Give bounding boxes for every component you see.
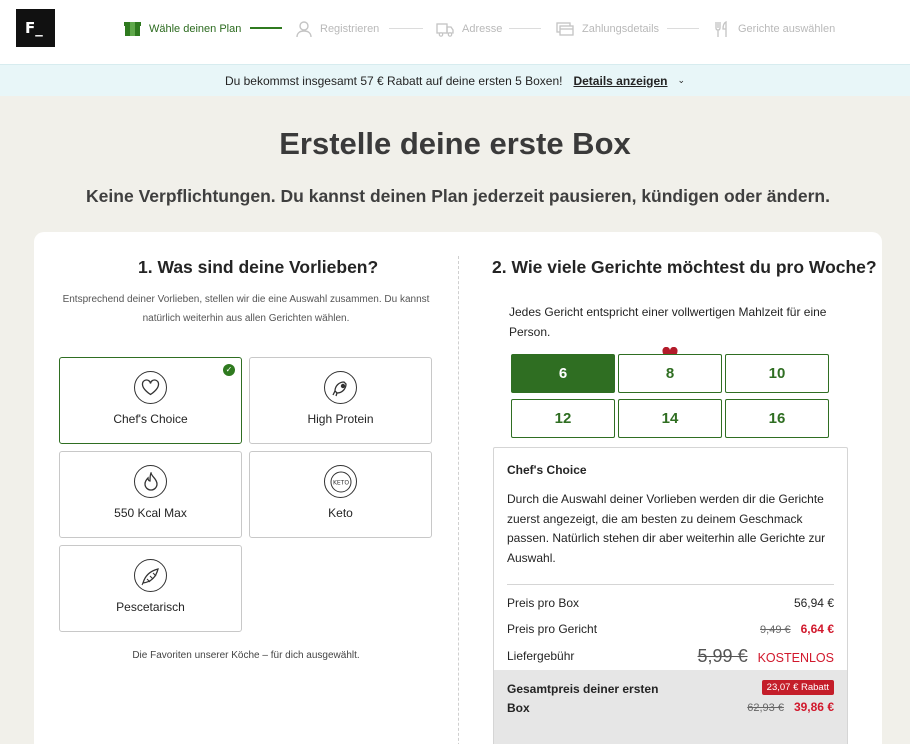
total-old: 62,93 € xyxy=(747,702,784,714)
shipping-free: KOSTENLOS xyxy=(757,651,834,665)
step-label: Wähle deinen Plan xyxy=(149,23,242,35)
preferences-footer: Die Favoriten unserer Köche – für dich a… xyxy=(132,650,360,661)
meals-info: Jedes Gericht entspricht einer vollwerti… xyxy=(509,305,827,339)
total-label: Gesamtpreis deiner ersten Box xyxy=(507,682,659,715)
preference-chefs-choice[interactable]: ✓ Chef's Choice xyxy=(59,357,242,444)
shipping-row: Liefergebühr 5,99 € KOSTENLOS xyxy=(507,646,834,666)
step-label: Adresse xyxy=(462,23,503,35)
step-choose-plan: Wähle deinen Plan xyxy=(124,19,241,39)
preference-high-protein[interactable]: High Protein xyxy=(249,357,432,444)
step-connector xyxy=(509,28,541,29)
column-divider xyxy=(458,256,459,744)
meal-count-option[interactable]: 14 xyxy=(618,399,722,438)
step-register: Registrieren xyxy=(296,19,379,39)
step-select-meals: Gerichte auswählen xyxy=(714,19,835,39)
preference-label: 550 Kcal Max xyxy=(114,506,187,520)
details-link[interactable]: Details anzeigen xyxy=(573,74,667,88)
preferences-heading: 1. Was sind deine Vorlieben? xyxy=(138,257,379,277)
shipping-values: 5,99 € KOSTENLOS xyxy=(698,646,834,667)
step-label: Registrieren xyxy=(320,23,380,35)
meal-count-option[interactable]: 8 xyxy=(618,354,722,393)
logo[interactable]: F_ xyxy=(16,9,55,47)
user-icon xyxy=(296,20,312,37)
promo-message: Du bekommst insgesamt 57 € Rabatt auf de… xyxy=(224,73,563,88)
heart-icon xyxy=(134,371,167,404)
preference-pescetarian[interactable]: Pescetarisch xyxy=(59,545,242,632)
promo-banner: Du bekommst insgesamt 57 € Rabatt auf de… xyxy=(0,64,910,96)
checkmark-icon: ✓ xyxy=(223,364,235,376)
total-new: 39,86 € xyxy=(793,700,834,714)
price-per-meal-values: 9,49 € 6,64 € xyxy=(760,622,834,636)
truck-icon xyxy=(436,22,454,37)
meal-count-option[interactable]: 16 xyxy=(725,399,829,438)
preference-label: Pescetarisch xyxy=(116,600,185,614)
preference-label: Chef's Choice xyxy=(113,412,188,426)
price-per-meal-old: 9,49 € xyxy=(760,624,791,636)
summary-title: Chef's Choice xyxy=(507,463,587,477)
summary-description: Durch die Auswahl deiner Vorlieben werde… xyxy=(507,492,826,565)
step-label: Gerichte auswählen xyxy=(738,23,836,35)
preferences-description: Entsprechend deiner Vorlieben, stellen w… xyxy=(62,294,430,324)
price-per-box-row: Preis pro Box 56,94 € xyxy=(507,596,834,610)
meal-count-option[interactable]: 10 xyxy=(725,354,829,393)
plan-summary: Chef's Choice Durch die Auswahl deiner V… xyxy=(493,447,848,744)
step-connector xyxy=(250,27,282,29)
keto-icon: KETO xyxy=(324,465,357,498)
step-address: Adresse xyxy=(436,19,502,39)
page-title: Erstelle deine erste Box xyxy=(279,126,631,161)
total-prices: 62,93 € 39,86 € xyxy=(747,700,834,714)
shipping-label: Liefergebühr xyxy=(507,649,575,663)
credit-card-icon xyxy=(556,22,574,36)
total-price-block: Gesamtpreis deiner ersten Box 23,07 € Ra… xyxy=(494,670,847,744)
chevron-down-icon[interactable]: ⌄ xyxy=(678,75,686,86)
page-subtitle: Keine Verpflichtungen. Du kannst deinen … xyxy=(86,186,830,206)
step-payment: Zahlungsdetails xyxy=(556,19,659,39)
step-connector xyxy=(389,28,423,29)
shipping-old: 5,99 € xyxy=(697,646,748,666)
plan-card: 1. Was sind deine Vorlieben? Entsprechen… xyxy=(34,232,882,744)
protein-icon xyxy=(324,371,357,404)
price-per-meal-row: Preis pro Gericht 9,49 € 6,64 € xyxy=(507,622,834,636)
flame-icon xyxy=(134,465,167,498)
price-per-box-label: Preis pro Box xyxy=(507,596,580,610)
step-label: Zahlungsdetails xyxy=(582,23,660,35)
preference-label: High Protein xyxy=(307,412,374,426)
meals-heading: 2. Wie viele Gerichte möchtest du pro Wo… xyxy=(492,257,877,277)
preference-label: Keto xyxy=(328,506,353,520)
step-connector xyxy=(667,28,699,29)
fish-icon xyxy=(134,559,167,592)
cutlery-icon xyxy=(715,20,727,37)
discount-badge: 23,07 € Rabatt xyxy=(761,680,834,695)
price-per-meal-label: Preis pro Gericht xyxy=(507,622,598,636)
meal-count-option[interactable]: 6 xyxy=(511,354,615,393)
top-navigation: F_ Wähle deinen Plan Registrieren Adress… xyxy=(0,0,910,64)
svg-text:KETO: KETO xyxy=(332,479,348,486)
box-icon xyxy=(124,22,141,36)
preference-550-kcal[interactable]: 550 Kcal Max xyxy=(59,451,242,538)
preference-keto[interactable]: KETO Keto xyxy=(249,451,432,538)
price-per-box-value: 56,94 € xyxy=(793,596,834,610)
summary-divider xyxy=(507,584,834,585)
meal-count-option[interactable]: 12 xyxy=(511,399,615,438)
price-per-meal-new: 6,64 € xyxy=(800,622,834,636)
